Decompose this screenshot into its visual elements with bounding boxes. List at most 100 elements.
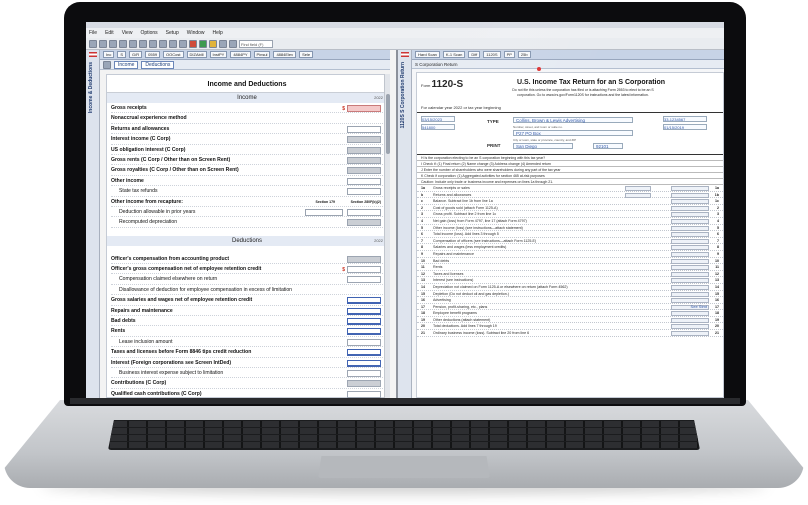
amount-input[interactable] (347, 219, 381, 227)
find-field-input[interactable]: Find field (F) (239, 39, 273, 48)
form-nav-4[interactable]: PP (503, 51, 515, 58)
amount-input[interactable] (347, 328, 381, 336)
help-icon[interactable] (229, 39, 237, 48)
amount-input[interactable] (347, 136, 381, 144)
statement-value[interactable]: See Stmt (691, 304, 707, 311)
amount-input[interactable] (347, 266, 381, 274)
amount-input[interactable] (347, 338, 381, 346)
form-nav-2[interactable]: Diff (468, 51, 481, 58)
menu-options[interactable]: Options (140, 28, 157, 38)
menu-view[interactable]: View (122, 28, 133, 38)
line-amount[interactable] (671, 238, 709, 244)
business-code-field[interactable]: 541800 (421, 124, 455, 130)
diagnostics-icon[interactable] (189, 39, 197, 48)
form-nav-1[interactable]: K-1 Scan (442, 51, 466, 58)
city-field[interactable]: San Diego (513, 143, 573, 149)
line-amount[interactable] (671, 245, 709, 251)
date-incorporated-field[interactable]: 01/15/2019 (663, 124, 707, 130)
line-amount[interactable] (671, 192, 709, 198)
amount-input[interactable] (347, 156, 381, 164)
screen-selector-10[interactable]: Sele (299, 51, 314, 58)
address-field[interactable]: P27 PO Box (513, 130, 633, 136)
line-amount[interactable] (671, 324, 709, 330)
menu-setup[interactable]: Setup (166, 28, 179, 38)
line-amount[interactable] (671, 218, 709, 224)
corporation-name-field[interactable]: Collins, Brown & Lewis Advertising (513, 117, 633, 123)
screen-selector-0[interactable]: Inc (103, 51, 115, 58)
screen-selector-7[interactable]: 4884PY (230, 51, 251, 58)
election-date-field[interactable]: 03/15/2023 (421, 116, 455, 122)
line-amount[interactable] (671, 205, 709, 211)
screen-selector-3[interactable]: 0559 (145, 51, 161, 58)
settings-icon[interactable] (219, 39, 227, 48)
menu-window[interactable]: Window (187, 28, 205, 38)
amount-input[interactable] (347, 369, 381, 377)
form-doc-title[interactable]: S Corporation Return (415, 62, 458, 67)
line-amount[interactable] (671, 258, 709, 264)
line-amount[interactable] (671, 331, 709, 337)
tab-deductions[interactable]: Deductions (141, 60, 175, 69)
line-subamount[interactable] (625, 192, 651, 198)
line-amount[interactable] (671, 284, 709, 290)
amount-input[interactable] (347, 390, 381, 398)
screen-selector-5[interactable]: DIZAbill (186, 51, 207, 58)
amount-input[interactable] (347, 318, 381, 326)
amount-input[interactable] (347, 359, 381, 367)
tab-income[interactable]: Income (114, 60, 139, 69)
amount-input[interactable] (347, 105, 381, 112)
menu-help[interactable]: Help (213, 28, 223, 38)
amount-input[interactable] (347, 255, 381, 263)
menu-file[interactable]: File (89, 28, 97, 38)
screen-selector-8[interactable]: Pinsul (253, 51, 271, 58)
line-amount[interactable] (671, 311, 709, 317)
screen-selector-6[interactable]: InstPY (209, 51, 228, 58)
line-amount[interactable] (671, 225, 709, 231)
line-amount[interactable] (671, 278, 709, 284)
calculator-icon[interactable] (129, 39, 137, 48)
amount-input[interactable] (347, 146, 381, 154)
amount-input[interactable] (347, 125, 381, 133)
line-amount[interactable] (671, 186, 709, 191)
nav-icon[interactable] (103, 60, 111, 69)
back-icon[interactable] (149, 39, 157, 48)
screen-selector-1[interactable]: S (117, 51, 127, 58)
check-icon[interactable] (169, 39, 177, 48)
amount-input[interactable] (347, 188, 381, 196)
line-amount[interactable] (671, 212, 709, 218)
screen-selector-9[interactable]: 4884Elev (273, 51, 297, 58)
forward-icon[interactable] (159, 39, 167, 48)
preview-icon[interactable] (139, 39, 147, 48)
amount-input-sec179[interactable] (305, 208, 343, 216)
input-scrollbar[interactable] (384, 74, 390, 398)
amount-input[interactable] (347, 349, 381, 357)
efile-icon[interactable] (199, 39, 207, 48)
save-icon[interactable] (109, 39, 117, 48)
line-amount[interactable] (671, 232, 709, 238)
open-icon[interactable] (99, 39, 107, 48)
amount-input[interactable] (347, 380, 381, 388)
new-return-icon[interactable] (89, 39, 97, 48)
form-nav-5[interactable]: 25b (517, 51, 531, 58)
line-amount[interactable] (671, 317, 709, 323)
vertical-tab-income-deductions[interactable]: Income & Deductions (86, 50, 100, 398)
line-amount[interactable] (671, 271, 709, 277)
amount-input[interactable] (347, 167, 381, 175)
menu-edit[interactable]: Edit (105, 28, 114, 38)
ein-field[interactable]: 33-1234567 (663, 116, 707, 122)
amount-input[interactable] (347, 276, 381, 284)
form-nav-3[interactable]: 1120S (483, 51, 501, 58)
line-amount[interactable] (671, 298, 709, 304)
screen-selector-2[interactable]: G/R (129, 51, 143, 58)
zip-field[interactable]: 92101 (593, 143, 623, 149)
note-icon[interactable] (209, 39, 217, 48)
line-subamount[interactable] (625, 186, 651, 191)
attach-icon[interactable] (179, 39, 187, 48)
form-nav-0[interactable]: Hard Scan (415, 51, 440, 58)
amount-input[interactable] (347, 307, 381, 315)
amount-input[interactable] (347, 208, 381, 216)
vertical-tab-1120s[interactable]: 1120S S Corporation Return (398, 50, 412, 398)
screen-selector-4[interactable]: OOCost (163, 51, 184, 58)
line-amount[interactable] (671, 251, 709, 257)
line-amount[interactable] (671, 199, 709, 205)
line-amount[interactable] (671, 291, 709, 297)
